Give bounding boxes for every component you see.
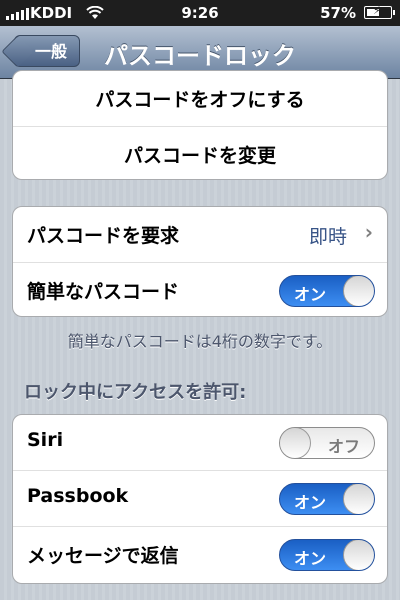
- require-passcode-label: パスコードを要求: [27, 225, 180, 247]
- toggle-knob: [280, 428, 311, 458]
- reply-with-message-label: メッセージで返信: [27, 545, 179, 567]
- siri-row: Siri オフ: [13, 415, 387, 471]
- toggle-state-label: オン: [294, 285, 327, 304]
- lock-access-group: Siri オフ Passbook オン メッセージで返信 オン: [12, 414, 388, 584]
- simple-passcode-toggle[interactable]: オン: [279, 275, 375, 307]
- toggle-knob: [343, 276, 374, 306]
- toggle-state-label: オン: [294, 549, 327, 568]
- status-bar: KDDI 9:26 57% ⚡: [0, 0, 400, 26]
- passbook-toggle[interactable]: オン: [279, 483, 375, 515]
- toggle-state-label: オン: [294, 493, 327, 512]
- simple-passcode-row: 簡単なパスコード オン: [13, 263, 387, 316]
- simple-passcode-note: 簡単なパスコードは4桁の数字です。: [67, 332, 333, 351]
- simple-passcode-label: 簡単なパスコード: [27, 281, 180, 303]
- battery-percent: 57%: [320, 4, 356, 22]
- turn-passcode-off-label: パスコードをオフにする: [95, 89, 305, 111]
- passcode-settings-group: パスコードを要求 即時 › 簡単なパスコード オン: [12, 206, 388, 317]
- reply-with-message-toggle[interactable]: オン: [279, 539, 375, 571]
- siri-label: Siri: [27, 429, 64, 451]
- toggle-knob: [343, 540, 374, 570]
- chevron-right-icon: ›: [364, 220, 373, 244]
- siri-toggle[interactable]: オフ: [279, 427, 375, 459]
- reply-with-message-row: メッセージで返信 オン: [13, 527, 387, 582]
- turn-passcode-off-row[interactable]: パスコードをオフにする: [13, 71, 387, 127]
- battery-charging-icon: ⚡: [364, 4, 395, 19]
- passbook-row: Passbook オン: [13, 471, 387, 527]
- passcode-actions-group: パスコードをオフにする パスコードを変更: [12, 70, 388, 180]
- change-passcode-row[interactable]: パスコードを変更: [13, 127, 387, 179]
- require-passcode-row[interactable]: パスコードを要求 即時 ›: [13, 207, 387, 263]
- change-passcode-label: パスコードを変更: [123, 145, 276, 167]
- allow-access-header: ロック中にアクセスを許可:: [24, 382, 247, 403]
- toggle-state-label: オフ: [327, 437, 360, 456]
- require-passcode-value: 即時: [308, 226, 347, 248]
- toggle-knob: [343, 484, 374, 514]
- page-title: パスコードロック: [104, 42, 296, 70]
- passbook-label: Passbook: [27, 485, 129, 507]
